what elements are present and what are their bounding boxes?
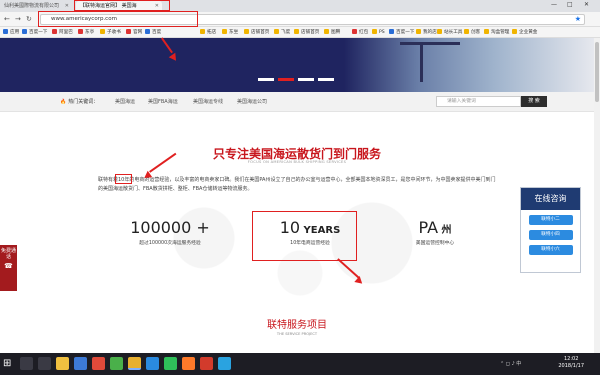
bookmark-item[interactable]: 创客 <box>464 28 480 37</box>
tab-label: 仙利美國際物流有限公司 <box>4 3 60 9</box>
hero-crane <box>420 42 423 82</box>
windows-start-icon[interactable]: ⊞ <box>3 358 15 370</box>
stat-value: PA 州 <box>418 218 452 237</box>
slider-dot[interactable] <box>258 78 274 81</box>
stat-caption: 超过100000次海运服务经验 <box>139 241 201 246</box>
bookmark-item[interactable]: 百度一下 <box>389 28 414 37</box>
page-subheadline: FOCUS ON AMERICAN BULK SHIPPING SERVICES <box>247 160 347 164</box>
chat-agent-button[interactable]: 联特小六 <box>528 245 573 255</box>
bookmark-item[interactable]: 店铺首页 <box>244 28 269 37</box>
bookmark-item[interactable]: 企业黄金 <box>512 28 537 37</box>
web-page: 热门关键词： 美国海运 美国FBA海运 美国海运专线 美国海运公司 请输入关键词… <box>0 38 594 353</box>
keyword-link[interactable]: 美国海运专线 <box>193 98 223 105</box>
bookmark-item[interactable]: 百度 <box>145 28 161 37</box>
hero-banner <box>0 38 594 92</box>
bookmark-item[interactable]: PS <box>372 28 385 37</box>
stat-value: 100000 + <box>130 218 210 237</box>
hot-keywords-bar: 热门关键词： 美国海运 美国FBA海运 美国海运专线 美国海运公司 请输入关键词… <box>0 92 594 112</box>
search-button[interactable]: 搜 索 <box>521 96 547 107</box>
stat-service-count: 100000 + 超过100000次海运服务经验 <box>105 218 235 246</box>
bookmark-item[interactable]: 东坐 <box>222 28 238 37</box>
keyword-link[interactable]: 美国FBA海运 <box>148 98 178 105</box>
windows-taskbar: ⊞ ⌃ ◻ ♪ 中 12:02 2018/1/17 <box>0 353 600 375</box>
annotation-box-tab <box>74 0 170 11</box>
chrome-icon[interactable] <box>128 357 141 370</box>
app-icon[interactable] <box>110 357 123 370</box>
reload-icon[interactable]: ↻ <box>26 14 32 25</box>
wechat-icon[interactable] <box>164 357 177 370</box>
slider-dot-active[interactable] <box>278 78 294 81</box>
services-title: 联特服务项目 <box>267 320 327 331</box>
bookmark-item[interactable]: 官网 <box>126 28 142 37</box>
keywords-label: 热门关键词： <box>60 98 98 105</box>
bookmarks-bar: 应用 百度一下 阿里巴 东亭 子收书 官网 百度 拓店 东坐 店铺首页 飞度 店… <box>0 27 600 38</box>
close-window-button[interactable]: ✕ <box>584 0 589 10</box>
intro-paragraph: 联特有着10年的电商的运营经验，以及丰富的电商卖家口碑。我们在美国PA州设立了自… <box>98 177 496 192</box>
annotation-box-url <box>38 11 198 27</box>
bookmark-item[interactable]: 店铺首页 <box>294 28 319 37</box>
maximize-button[interactable]: □ <box>567 0 573 10</box>
bookmark-item[interactable]: 图腾 <box>324 28 340 37</box>
bookmark-star-icon[interactable]: ★ <box>575 15 581 24</box>
chat-agent-button[interactable]: 联特小四 <box>528 230 573 240</box>
free-call-label: 免费通话 <box>0 248 16 260</box>
bookmark-item[interactable]: 我的店 <box>416 28 437 37</box>
annotation-box-10-years <box>115 174 132 184</box>
app-icon[interactable] <box>182 357 195 370</box>
bookmark-item[interactable]: 站长工具 <box>437 28 462 37</box>
app-icon[interactable] <box>146 357 159 370</box>
bookmark-item[interactable]: 阿里巴 <box>52 28 73 37</box>
scrollbar-thumb[interactable] <box>595 42 599 102</box>
phone-icon: ☎ <box>4 262 13 270</box>
slider-dot[interactable] <box>298 78 314 81</box>
services-subtitle: THE SERVICE PROJECT <box>276 332 318 336</box>
app-icon[interactable] <box>218 357 231 370</box>
search-icon[interactable] <box>20 357 33 370</box>
app-icon[interactable] <box>74 357 87 370</box>
task-view-icon[interactable] <box>38 357 51 370</box>
stat-location: PA 州 美国运营控制中心 <box>370 218 500 246</box>
clock-date: 2018/1/17 <box>558 363 584 369</box>
bookmark-item[interactable]: 子收书 <box>100 28 121 37</box>
hero-crane-arm <box>400 42 460 45</box>
page-scrollbar[interactable] <box>594 38 600 353</box>
forward-icon[interactable]: → <box>15 14 21 25</box>
bookmark-item[interactable]: 飞度 <box>274 28 290 37</box>
app-icon[interactable] <box>92 357 105 370</box>
app-icon[interactable] <box>200 357 213 370</box>
system-clock[interactable]: 12:02 2018/1/17 <box>558 356 584 370</box>
keyword-link[interactable]: 美国海运公司 <box>237 98 267 105</box>
chat-agent-button[interactable]: 联特小二 <box>528 215 573 225</box>
back-icon[interactable]: ← <box>4 14 10 25</box>
slider-dot[interactable] <box>318 78 334 81</box>
free-call-tab[interactable]: 免费通话 ☎ <box>0 245 17 291</box>
bookmark-item[interactable]: 应用 <box>3 28 19 37</box>
bookmark-item[interactable]: 东亭 <box>78 28 94 37</box>
clock-time: 12:02 <box>563 356 579 362</box>
file-explorer-icon[interactable] <box>56 357 69 370</box>
hero-image <box>344 38 594 92</box>
stat-caption: 美国运营控制中心 <box>415 241 455 246</box>
bookmark-item[interactable]: 淘盒管理 <box>484 28 509 37</box>
bookmark-item[interactable]: 百度一下 <box>22 28 47 37</box>
bookmark-item[interactable]: 拓店 <box>200 28 216 37</box>
tray-icons[interactable]: ⌃ ◻ ♪ 中 <box>500 360 521 367</box>
search-placeholder: 请输入关键词 <box>447 99 476 104</box>
keyword-link[interactable]: 美国海运 <box>115 98 135 105</box>
annotation-box-stat <box>252 211 357 261</box>
minimize-button[interactable]: — <box>551 0 557 10</box>
keyword-search-input[interactable]: 请输入关键词 <box>436 96 521 107</box>
bookmark-item[interactable]: 红包 <box>352 28 368 37</box>
chat-title: 在线咨询 <box>521 188 580 210</box>
online-consult-panel: 在线咨询 联特小二 联特小四 联特小六 <box>520 187 581 273</box>
